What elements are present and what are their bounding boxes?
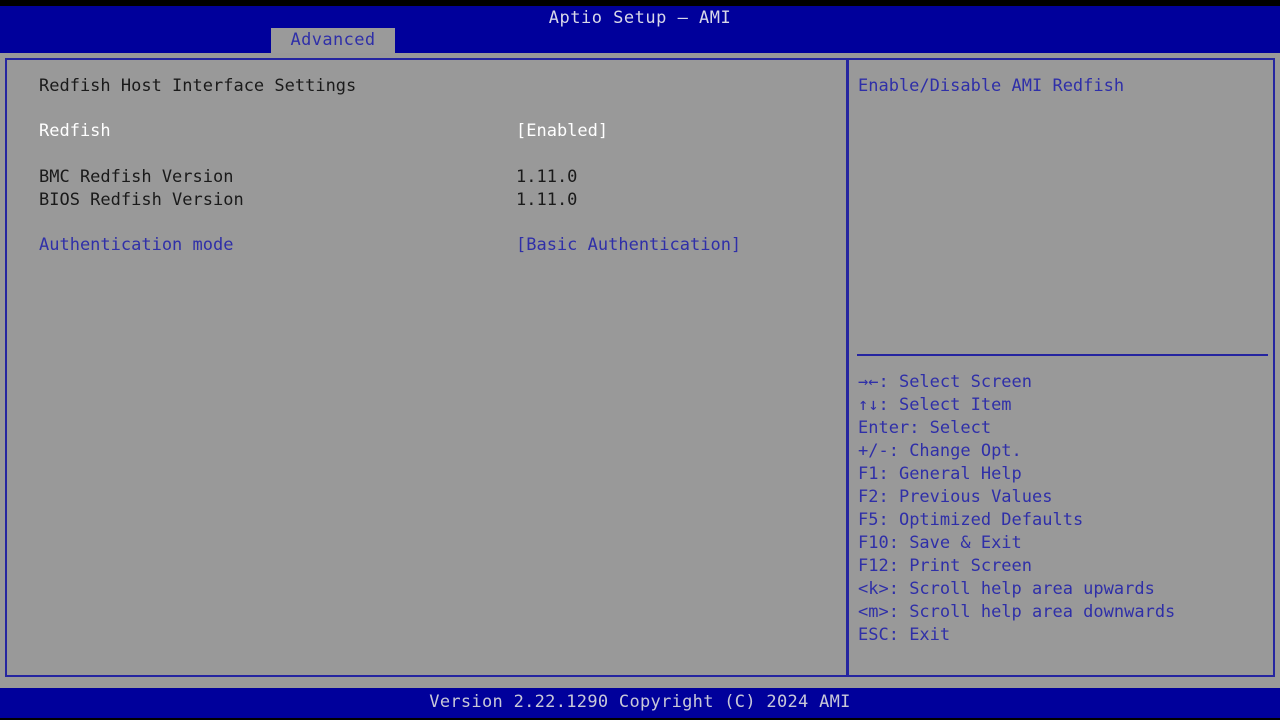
legend-keys-previous-values: F2 <box>858 487 879 507</box>
legend-item-select-screen: →←: Select Screen <box>858 371 1273 394</box>
setting-value-authentication-mode[interactable]: [Basic Authentication] <box>516 234 741 257</box>
legend-keys-enter-select: Enter <box>858 418 910 438</box>
legend-text-print-screen: : Print Screen <box>888 556 1033 576</box>
legend-text-general-help: : General Help <box>878 464 1022 484</box>
section-title: Redfish Host Interface Settings <box>39 76 357 96</box>
legend-keys-scroll-up: <k> <box>858 579 889 599</box>
legend-text-select-item: : Select Item <box>878 395 1012 415</box>
setting-label-bmc-redfish-version: BMC Redfish Version <box>39 167 234 187</box>
legend-item-select-item: ↑↓: Select Item <box>858 394 1273 417</box>
setting-value-redfish[interactable]: [Enabled] <box>516 120 608 143</box>
legend-text-scroll-up: : Scroll help area upwards <box>888 579 1155 599</box>
legend-item-previous-values: F2: Previous Values <box>858 486 1273 509</box>
legend-text-change-opt: : Change Opt. <box>888 441 1022 461</box>
legend-text-esc-exit: : Exit <box>888 625 951 645</box>
tab-advanced[interactable]: Advanced <box>271 28 395 53</box>
legend-item-optimized-defaults: F5: Optimized Defaults <box>858 509 1273 532</box>
legend-item-scroll-up: <k>: Scroll help area upwards <box>858 578 1273 601</box>
legend-text-select-screen: : Select Screen <box>878 372 1033 392</box>
setting-label-redfish: Redfish <box>39 121 111 141</box>
setting-row-redfish[interactable]: Redfish [Enabled] <box>39 120 839 143</box>
legend-item-print-screen: F12: Print Screen <box>858 555 1273 578</box>
legend-keys-select-screen: →← <box>858 372 879 392</box>
settings-pane: Redfish Host Interface Settings Redfish … <box>8 58 846 677</box>
legend-text-optimized-defaults: : Optimized Defaults <box>878 510 1084 530</box>
setting-row-bios-redfish-version: BIOS Redfish Version 1.11.0 <box>39 189 839 212</box>
legend-item-scroll-down: <m>: Scroll help area downwards <box>858 601 1273 624</box>
legend-keys-optimized-defaults: F5 <box>858 510 879 530</box>
setting-label-bios-redfish-version: BIOS Redfish Version <box>39 190 244 210</box>
bios-setup-screen: Aptio Setup – AMI Advanced Redfish Host … <box>0 0 1280 720</box>
legend-keys-save-and-exit: F10 <box>858 533 889 553</box>
footer-version-text: Version 2.22.1290 Copyright (C) 2024 AMI <box>429 692 851 712</box>
legend-item-save-and-exit: F10: Save & Exit <box>858 532 1273 555</box>
setting-row-authentication-mode[interactable]: Authentication mode [Basic Authenticatio… <box>39 234 839 257</box>
legend-keys-select-item: ↑↓ <box>858 395 879 415</box>
legend-text-previous-values: : Previous Values <box>878 487 1053 507</box>
legend-item-general-help: F1: General Help <box>858 463 1273 486</box>
legend-keys-scroll-down: <m> <box>858 602 889 622</box>
setting-row-bmc-redfish-version: BMC Redfish Version 1.11.0 <box>39 166 839 189</box>
help-pane: Enable/Disable AMI Redfish →←: Select Sc… <box>849 58 1275 677</box>
legend-keys-change-opt: +/- <box>858 441 889 461</box>
setting-label-authentication-mode: Authentication mode <box>39 235 234 255</box>
legend-item-change-opt: +/-: Change Opt. <box>858 440 1273 463</box>
legend-keys-general-help: F1 <box>858 464 879 484</box>
legend-item-esc-exit: ESC: Exit <box>858 624 1273 647</box>
app-title: Aptio Setup – AMI <box>548 8 732 28</box>
legend-keys-esc-exit: ESC <box>858 625 889 645</box>
section-title-row: Redfish Host Interface Settings <box>39 75 839 98</box>
legend-item-enter-select: Enter: Select <box>858 417 1273 440</box>
legend-keys-print-screen: F12 <box>858 556 889 576</box>
legend-text-enter-select: : Select <box>909 418 992 438</box>
setting-value-bios-redfish-version: 1.11.0 <box>516 190 578 210</box>
help-description: Enable/Disable AMI Redfish <box>858 76 1125 96</box>
legend-text-scroll-down: : Scroll help area downwards <box>888 602 1176 622</box>
help-divider <box>857 354 1268 356</box>
legend-text-save-and-exit: : Save & Exit <box>888 533 1022 553</box>
setting-value-bmc-redfish-version: 1.11.0 <box>516 167 578 187</box>
key-legend: →←: Select Screen ↑↓: Select Item Enter:… <box>858 371 1273 647</box>
